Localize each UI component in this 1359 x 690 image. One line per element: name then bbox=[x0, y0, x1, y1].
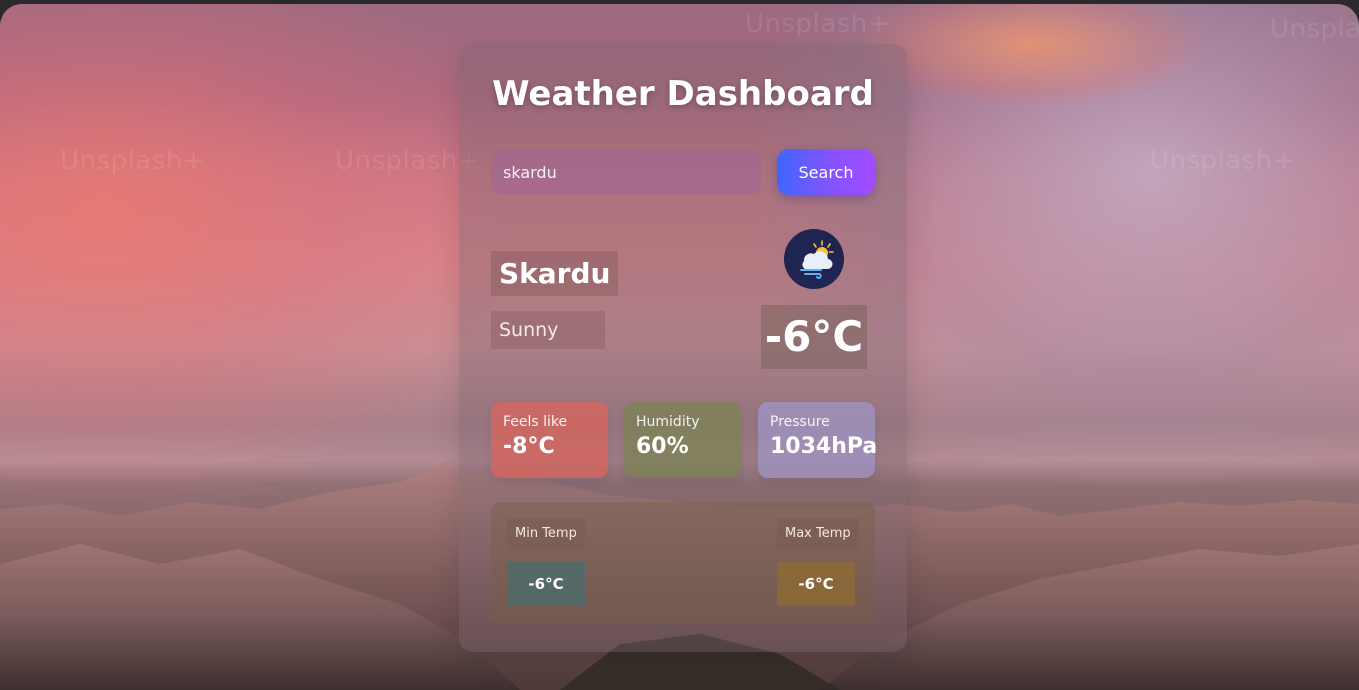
pressure-value: 1034hPa bbox=[770, 434, 878, 459]
sun-cloud-wind-icon bbox=[784, 229, 844, 289]
watermark: Unsplash+ bbox=[1270, 14, 1359, 44]
watermark: Unsplash+ bbox=[745, 9, 891, 39]
watermark: Unsplash+ bbox=[60, 146, 206, 176]
pressure-card: Pressure 1034hPa bbox=[758, 402, 878, 478]
page-title: Weather Dashboard bbox=[492, 74, 874, 114]
max-temp-value: -6°C bbox=[777, 562, 855, 606]
humidity-label: Humidity bbox=[636, 414, 700, 430]
pressure-label: Pressure bbox=[770, 414, 830, 430]
search-button[interactable]: Search bbox=[777, 149, 875, 195]
city-search-input[interactable] bbox=[491, 149, 761, 195]
weather-card: Weather Dashboard Search Skardu Sunny -6… bbox=[459, 44, 907, 652]
max-temp-label: Max Temp bbox=[777, 518, 859, 549]
background-scene: Unsplash+ Unsplash+ Unsplash+ Unsplash+ … bbox=[0, 4, 1359, 690]
weather-condition: Sunny bbox=[491, 311, 605, 349]
watermark: Unsplash+ bbox=[1150, 146, 1296, 176]
feels-like-value: -8°C bbox=[503, 434, 555, 459]
humidity-value: 60% bbox=[636, 434, 689, 459]
feels-like-label: Feels like bbox=[503, 414, 568, 430]
current-temperature: -6°C bbox=[761, 305, 867, 369]
feels-like-card: Feels like -8°C bbox=[491, 402, 608, 478]
min-temp-value: -6°C bbox=[507, 562, 585, 606]
temperature-range-panel: Min Temp Max Temp -6°C -6°C bbox=[491, 502, 875, 624]
humidity-card: Humidity 60% bbox=[624, 402, 741, 478]
city-name: Skardu bbox=[491, 251, 619, 296]
min-temp-label: Min Temp bbox=[507, 518, 585, 549]
